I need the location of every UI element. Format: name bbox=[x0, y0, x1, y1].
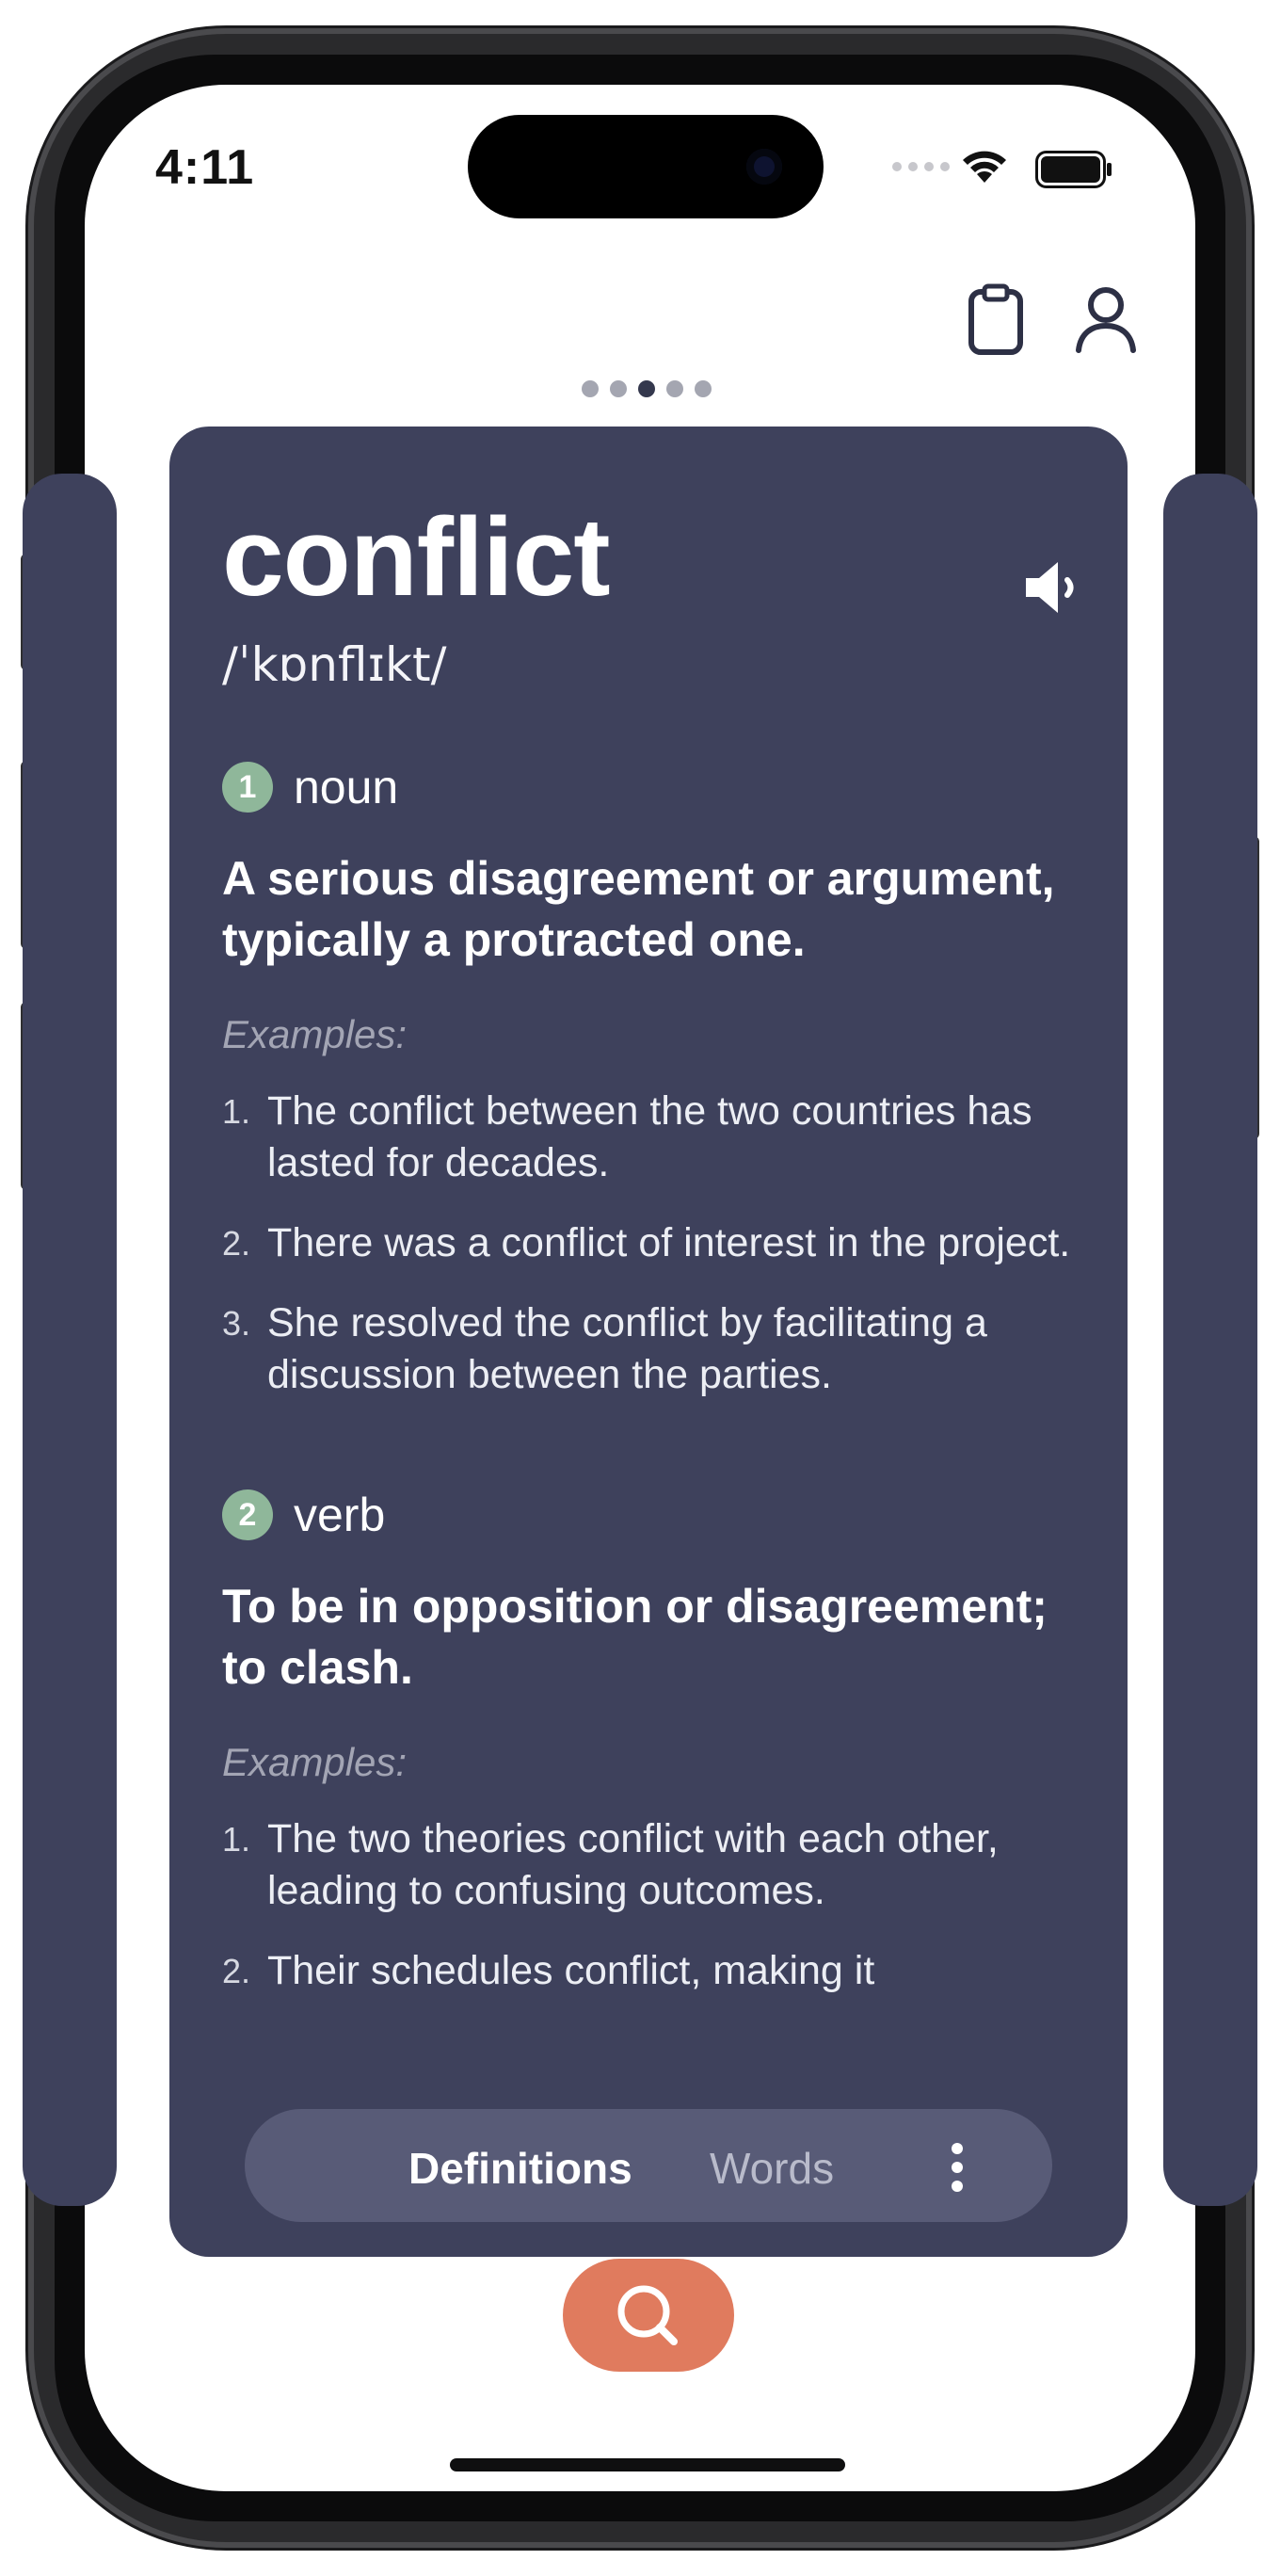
examples-list: 1. The two theories conflict with each o… bbox=[222, 1813, 1079, 1997]
example-number: 1. bbox=[222, 1820, 251, 1859]
next-card-peek[interactable] bbox=[1163, 474, 1257, 2206]
part-of-speech: noun bbox=[294, 761, 399, 813]
view-switcher: Definitions Words bbox=[245, 2109, 1052, 2222]
card-content: conflict /ˈkɒnflɪkt/ 1 noun A serious di… bbox=[222, 464, 1079, 2084]
page-dot[interactable] bbox=[582, 380, 599, 397]
example-text: There was a conflict of interest in the … bbox=[267, 1220, 1071, 1265]
definition-text: To be in opposition or disagreement; to … bbox=[222, 1580, 1048, 1694]
examples-label: Examples: bbox=[222, 1012, 408, 1056]
definition-text: A serious disagreement or argument, typi… bbox=[222, 852, 1055, 966]
sense-number-badge: 1 bbox=[222, 762, 273, 813]
sense-header: 1 noun bbox=[222, 760, 1079, 814]
cellular-signal-icon bbox=[892, 162, 950, 171]
definition-card: conflict /ˈkɒnflɪkt/ 1 noun A serious di… bbox=[169, 427, 1128, 2257]
previous-card-peek[interactable] bbox=[23, 474, 117, 2206]
page-dot[interactable] bbox=[610, 380, 627, 397]
tab-definitions[interactable]: Definitions bbox=[408, 2143, 632, 2194]
search-icon bbox=[617, 2285, 678, 2345]
speaker-icon[interactable] bbox=[1020, 555, 1086, 620]
example-number: 2. bbox=[222, 1952, 251, 1990]
example-number: 2. bbox=[222, 1224, 251, 1263]
phonetic-text: /ˈkɒnflɪkt/ bbox=[222, 637, 447, 692]
page-dot-active[interactable] bbox=[638, 380, 655, 397]
example-text: She resolved the conflict by facilitatin… bbox=[267, 1300, 987, 1397]
examples-label: Examples: bbox=[222, 1740, 408, 1784]
search-button[interactable] bbox=[563, 2259, 734, 2372]
example-item: 3. She resolved the conflict by facilita… bbox=[222, 1297, 1079, 1401]
page-dot[interactable] bbox=[666, 380, 683, 397]
profile-icon[interactable] bbox=[1073, 282, 1139, 358]
example-text: The two theories conflict with each othe… bbox=[267, 1816, 999, 1913]
example-item: 1. The conflict between the two countrie… bbox=[222, 1086, 1079, 1189]
tab-words[interactable]: Words bbox=[710, 2143, 834, 2194]
example-item: 2. There was a conflict of interest in t… bbox=[222, 1217, 1079, 1269]
clipboard-icon[interactable] bbox=[966, 282, 1032, 358]
example-text: Their schedules conflict, making it bbox=[267, 1948, 875, 1993]
more-vertical-icon[interactable] bbox=[946, 2141, 968, 2194]
examples-list: 1. The conflict between the two countrie… bbox=[222, 1086, 1079, 1401]
battery-icon bbox=[1035, 151, 1112, 188]
example-number: 3. bbox=[222, 1304, 251, 1343]
sense-number-badge: 2 bbox=[222, 1489, 273, 1540]
home-indicator[interactable] bbox=[450, 2458, 845, 2471]
status-time: 4:11 bbox=[155, 140, 255, 195]
example-number: 1. bbox=[222, 1092, 251, 1131]
example-item: 2. Their schedules conflict, making it bbox=[222, 1945, 1079, 1997]
wifi-icon bbox=[963, 151, 1006, 183]
example-text: The conflict between the two countries h… bbox=[267, 1088, 1032, 1185]
page-indicator[interactable] bbox=[582, 380, 712, 397]
example-item: 1. The two theories conflict with each o… bbox=[222, 1813, 1079, 1917]
word-title: conflict bbox=[222, 495, 611, 620]
sense-header: 2 verb bbox=[222, 1488, 1079, 1542]
page-dot[interactable] bbox=[695, 380, 712, 397]
camera-icon bbox=[746, 149, 782, 185]
part-of-speech: verb bbox=[294, 1489, 386, 1541]
dynamic-island bbox=[468, 115, 824, 218]
